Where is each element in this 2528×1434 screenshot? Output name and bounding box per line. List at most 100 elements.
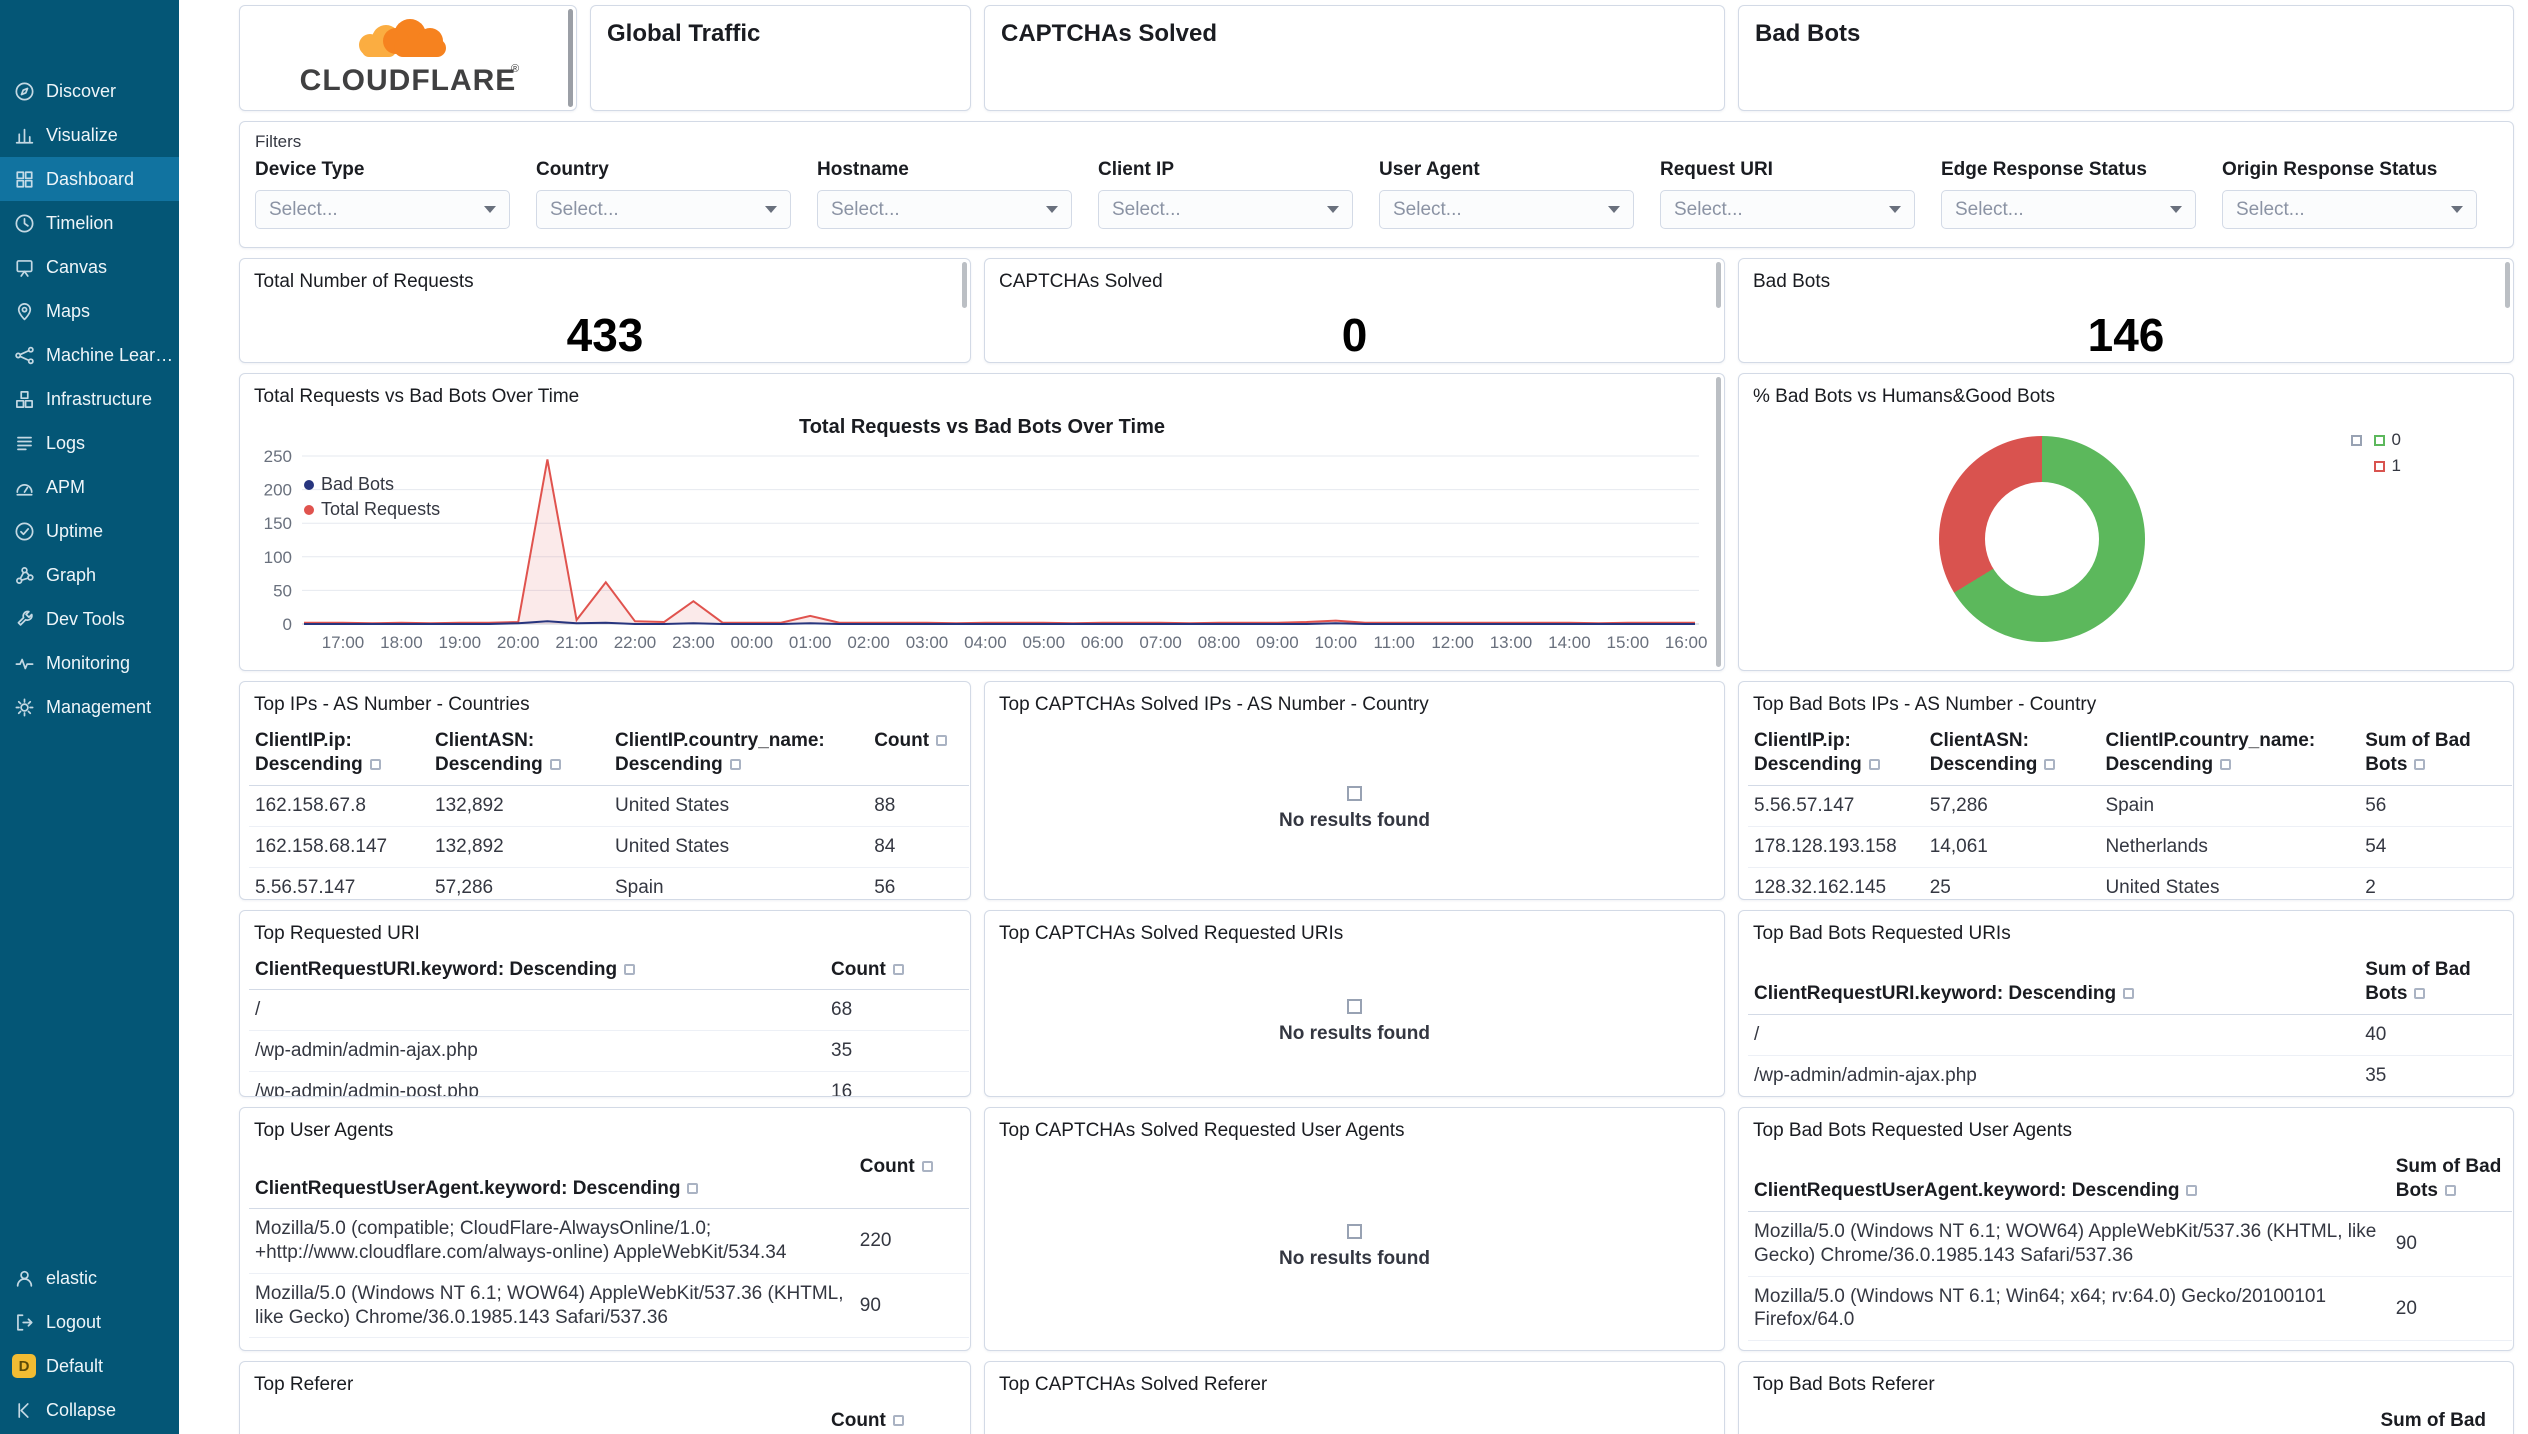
panel-scrollbar[interactable] [1716, 377, 1721, 667]
sort-icon [2414, 759, 2426, 771]
sort-icon [549, 759, 561, 771]
sidebar-item-uptime[interactable]: Uptime [0, 509, 179, 553]
sidebar-item-discover[interactable]: Discover [0, 69, 179, 113]
table-row: Mozilla/5.0 (compatible; CloudFlare-Alwa… [249, 1208, 969, 1274]
table-header-cell[interactable]: ClientIP.ip: Descending [1748, 724, 1924, 787]
table-header-cell[interactable]: Count [825, 953, 969, 991]
legend-swatch [2373, 460, 2385, 472]
filter-select[interactable]: Select... [255, 190, 510, 229]
sidebar-item-default-space[interactable]: D Default [0, 1344, 179, 1388]
legend-label: 0 [2391, 430, 2401, 449]
sidebar-item-management[interactable]: Management [0, 685, 179, 729]
sidebar-item-visualize[interactable]: Visualize [0, 113, 179, 157]
filter-device-type: Device Type Select... [255, 152, 536, 229]
sidebar-item-apm[interactable]: APM [0, 465, 179, 509]
svg-text:20:00: 20:00 [497, 633, 540, 652]
sidebar-item-collapse[interactable]: Collapse [0, 1388, 179, 1432]
panel-title: Top User Agents [254, 1120, 394, 1141]
sidebar-item-label: Collapse [46, 1399, 117, 1420]
pie-legend-item[interactable]: 1 [2351, 456, 2401, 476]
table-header-cell[interactable]: ClientIP.country_name: Descending [609, 724, 869, 787]
panel-title: Top CAPTCHAs Solved Requested User Agent… [999, 1120, 1405, 1141]
table-header-cell[interactable]: ClientRequestUserAgent.keyword: Descendi… [1748, 1150, 2390, 1213]
legend-toggle-icon[interactable] [2350, 434, 2362, 446]
discover-icon [14, 81, 35, 102]
sort-icon [892, 963, 904, 975]
line-chart[interactable]: 0 50 100 150 200 250 17:00 18:00 19:00 20:00 21:00… [240, 374, 1724, 670]
tables-row-2: Top Requested URI ClientRequestURI.keywor… [239, 910, 2514, 1097]
top-bad-bots-uris-panel: Top Bad Bots Requested URIs ClientRequest… [1738, 910, 2514, 1097]
pie-legend-item[interactable]: 0 [2350, 430, 2401, 450]
table-header-cell[interactable]: Sum of Bad Bots [2389, 1150, 2512, 1213]
table-row: /wp-admin/admin-post.php16 [1748, 1096, 2512, 1097]
sidebar-item-dev-tools[interactable]: Dev Tools [0, 597, 179, 641]
table-header-cell[interactable]: Count [825, 1404, 969, 1434]
legend-label: 1 [2391, 456, 2401, 475]
table-header-cell[interactable]: ClientRequestUserAgent.keyword: Descendi… [249, 1150, 854, 1210]
captchas-solved-metric-panel: CAPTCHAs Solved 0 [984, 258, 1725, 363]
table-header-cell[interactable]: ClientIP.ip: Descending [249, 724, 429, 787]
sidebar-item-machine-learning[interactable]: Machine Learning [0, 333, 179, 377]
data-table: ClientRequestURI.keyword: Descending Coun… [249, 953, 969, 1096]
filter-select[interactable]: Select... [1379, 190, 1634, 229]
chart-legend: Bad Bots Total Requests [304, 474, 440, 524]
top-captcha-uris-panel: Top CAPTCHAs Solved Requested URIs No res… [984, 910, 1725, 1097]
table-header-cell[interactable]: Count [853, 1150, 969, 1210]
sidebar-item-logout[interactable]: Logout [0, 1300, 179, 1344]
panel-scrollbar[interactable] [962, 262, 967, 308]
sidebar-item-monitoring[interactable]: Monitoring [0, 641, 179, 685]
panel-scrollbar[interactable] [1716, 262, 1721, 308]
filter-select[interactable]: Select... [536, 190, 791, 229]
panel-scrollbar[interactable] [568, 9, 573, 107]
sort-icon [687, 1182, 699, 1194]
sidebar-item-timelion[interactable]: Timelion [0, 201, 179, 245]
data-table: Sum of Bad Bots [1748, 1404, 2512, 1434]
sidebar-item-label: Monitoring [46, 652, 131, 673]
table-cell: 90 [2389, 1211, 2512, 1277]
table-header-cell[interactable]: ClientRequestURI.keyword: Descending [249, 953, 825, 991]
sort-icon [2444, 1185, 2456, 1197]
legend-item[interactable]: Total Requests [304, 499, 440, 520]
table-cell: / [1748, 1014, 2360, 1056]
data-table: Count [249, 1404, 969, 1434]
svg-text:00:00: 00:00 [731, 633, 774, 652]
table-header-cell[interactable]: Sum of Bad Bots [2359, 724, 2512, 787]
table-header-cell[interactable]: ClientIP.country_name: Descending [2099, 724, 2360, 787]
timelion-icon [14, 213, 35, 234]
filter-label: Origin Response Status [2222, 159, 2438, 180]
sidebar-item-graph[interactable]: Graph [0, 553, 179, 597]
sidebar-item-elastic[interactable]: elastic [0, 1256, 179, 1300]
filter-select[interactable]: Select... [1660, 190, 1915, 229]
filter-select[interactable]: Select... [1098, 190, 1353, 229]
sidebar-item-label: Discover [46, 80, 117, 101]
filter-select[interactable]: Select... [2222, 190, 2477, 229]
sidebar-item-logs[interactable]: Logs [0, 421, 179, 465]
table-header-cell[interactable]: ClientASN: Descending [1923, 724, 2100, 787]
sidebar-item-dashboard[interactable]: Dashboard [0, 157, 179, 201]
dashboard-icon [14, 169, 35, 190]
sidebar-item-infrastructure[interactable]: Infrastructure [0, 377, 179, 421]
table-header-cell[interactable]: Count [868, 724, 969, 787]
legend-swatch [2373, 434, 2385, 446]
data-table: ClientRequestUserAgent.keyword: Descendi… [1748, 1150, 2512, 1342]
sidebar-item-label: Default [46, 1355, 104, 1376]
svg-text:12:00: 12:00 [1431, 633, 1474, 652]
table-header-cell[interactable]: ClientRequestURI.keyword: Descending [1748, 953, 2360, 1016]
panel-scrollbar[interactable] [2505, 262, 2510, 308]
table-header-cell[interactable]: Sum of Bad Bots [2359, 953, 2512, 1016]
table-header-cell[interactable]: Sum of Bad Bots [2374, 1404, 2512, 1434]
filter-select[interactable]: Select... [1941, 190, 2196, 229]
table-cell: 57,286 [429, 867, 609, 899]
no-results-message: No results found [985, 718, 1724, 899]
table-header-cell[interactable]: ClientASN: Descending [429, 724, 609, 787]
table-cell: 40 [2359, 1014, 2512, 1056]
sidebar-item-canvas[interactable]: Canvas [0, 245, 179, 289]
top-bad-bots-user-agents-panel: Top Bad Bots Requested User Agents Client… [1738, 1107, 2514, 1351]
sidebar-item-maps[interactable]: Maps [0, 289, 179, 333]
top-bad-bots-referer-panel: Top Bad Bots Referer Sum of Bad Bots [1738, 1361, 2514, 1434]
filter-select[interactable]: Select... [817, 190, 1072, 229]
top-captcha-referer-panel: Top CAPTCHAs Solved Referer [984, 1361, 1725, 1434]
legend-item[interactable]: Bad Bots [304, 474, 440, 495]
svg-text:15:00: 15:00 [1607, 633, 1650, 652]
svg-text:0: 0 [283, 615, 292, 634]
